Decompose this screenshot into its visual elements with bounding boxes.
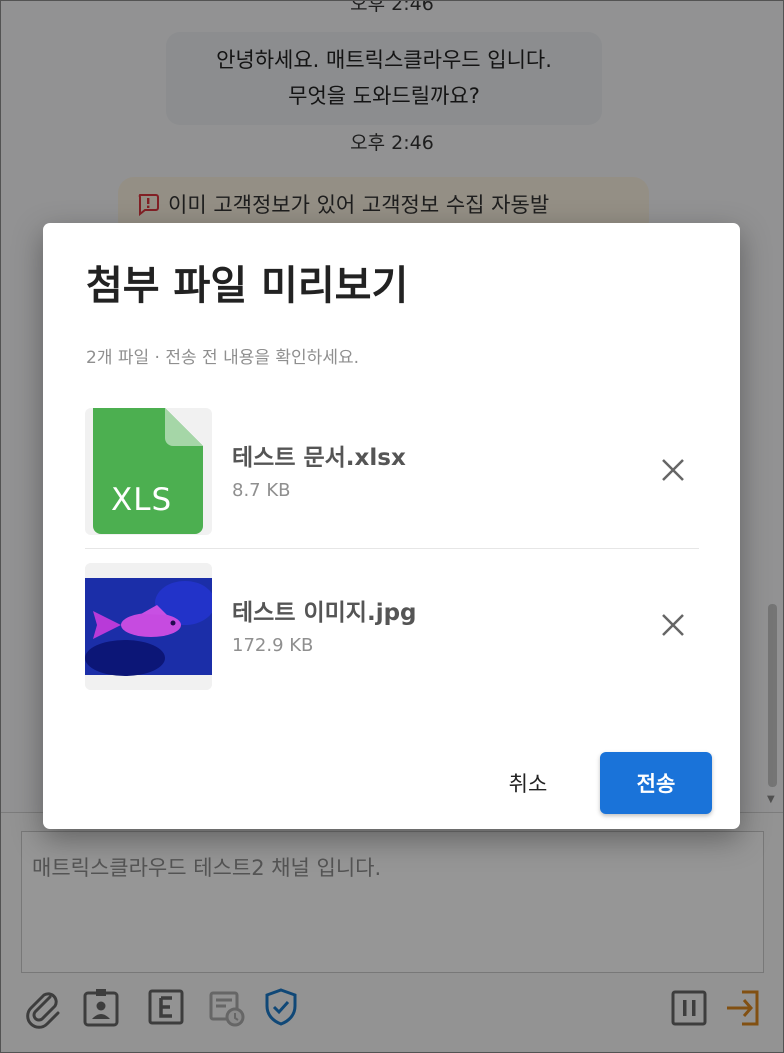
- close-icon[interactable]: [659, 611, 687, 639]
- image-thumbnail: [85, 563, 212, 690]
- file-size: 8.7 KB: [232, 480, 291, 501]
- dialog-subtitle: 2개 파일 · 전송 전 내용을 확인하세요.: [86, 348, 360, 368]
- file-item: XLS 테스트 문서.xlsx 8.7 KB: [85, 408, 699, 548]
- cancel-button[interactable]: 취소: [493, 752, 563, 814]
- close-icon[interactable]: [659, 456, 687, 484]
- divider: [85, 548, 699, 549]
- file-size: 172.9 KB: [232, 635, 314, 656]
- xls-thumb-label: XLS: [111, 482, 173, 518]
- file-item: 테스트 이미지.jpg 172.9 KB: [85, 563, 699, 703]
- file-name: 테스트 이미지.jpg: [232, 600, 417, 626]
- send-button[interactable]: 전송: [600, 752, 712, 814]
- attachment-preview-dialog: 첨부 파일 미리보기 2개 파일 · 전송 전 내용을 확인하세요. XLS 테…: [43, 223, 740, 829]
- dialog-title: 첨부 파일 미리보기: [86, 263, 409, 309]
- file-name: 테스트 문서.xlsx: [232, 445, 406, 471]
